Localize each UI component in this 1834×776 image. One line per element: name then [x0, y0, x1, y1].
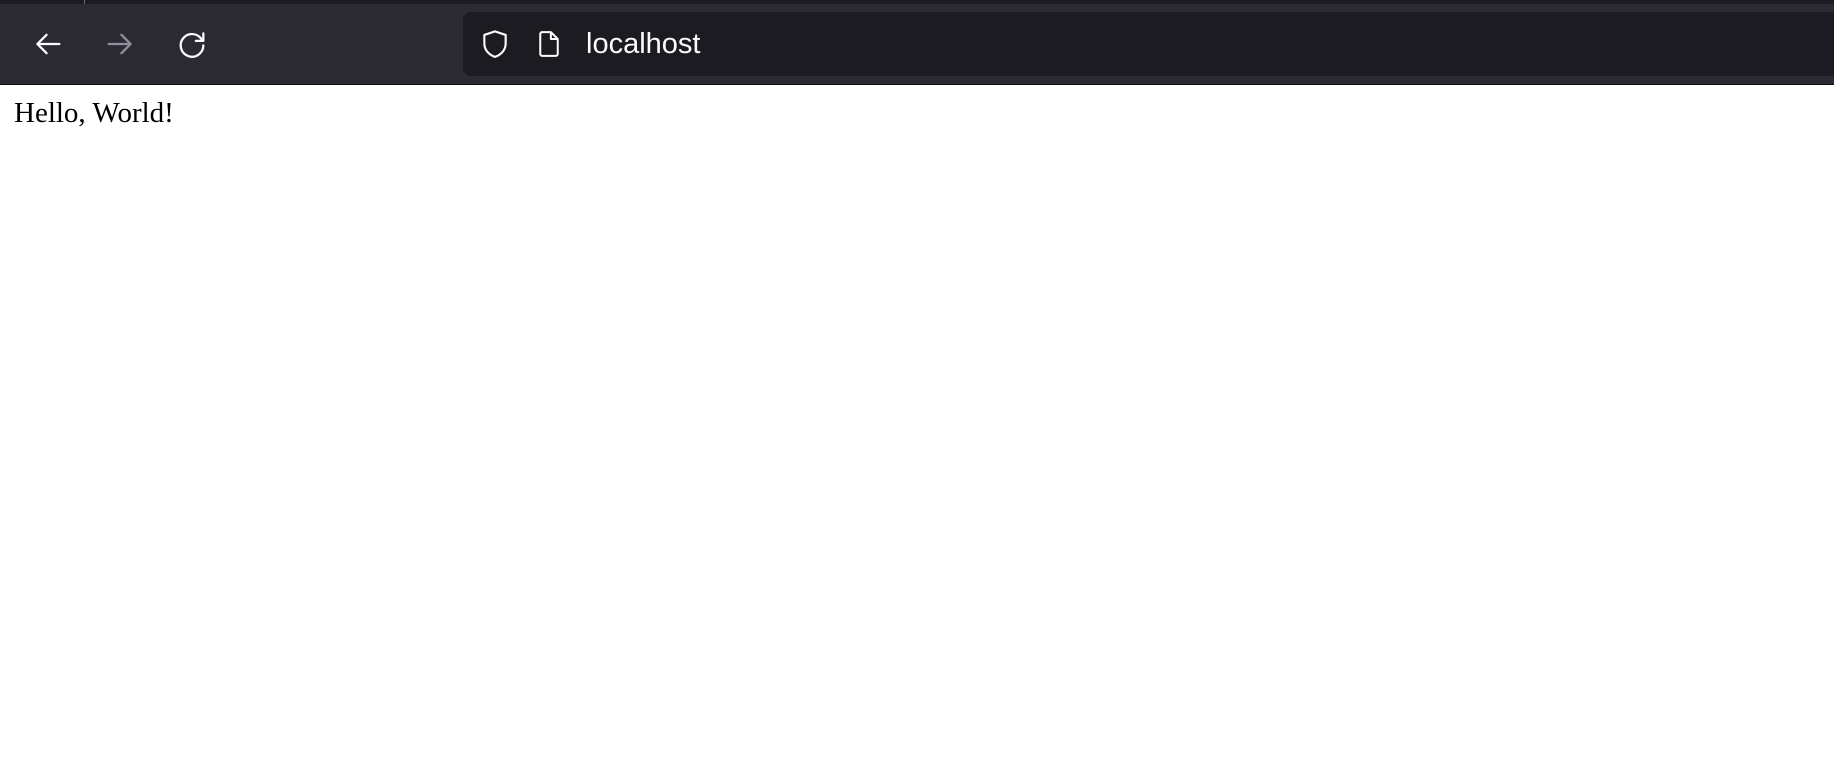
address-bar[interactable]: localhost [463, 12, 1834, 76]
page-body-text: Hello, World! [14, 97, 174, 129]
page-content: Hello, World! [0, 85, 1834, 776]
navigation-toolbar: localhost [0, 4, 1834, 85]
reload-button[interactable] [172, 24, 212, 64]
shield-icon [483, 30, 507, 58]
url-text[interactable]: localhost [586, 12, 700, 76]
browser-window: localhost Hello, World! [0, 0, 1834, 776]
document-icon [539, 31, 559, 57]
forward-button[interactable] [100, 24, 140, 64]
tracking-protection-button[interactable] [477, 26, 513, 62]
site-info-button[interactable] [531, 26, 567, 62]
back-button[interactable] [28, 24, 68, 64]
arrow-right-icon [107, 33, 132, 55]
arrow-left-icon [36, 33, 61, 55]
reload-icon [179, 32, 205, 58]
